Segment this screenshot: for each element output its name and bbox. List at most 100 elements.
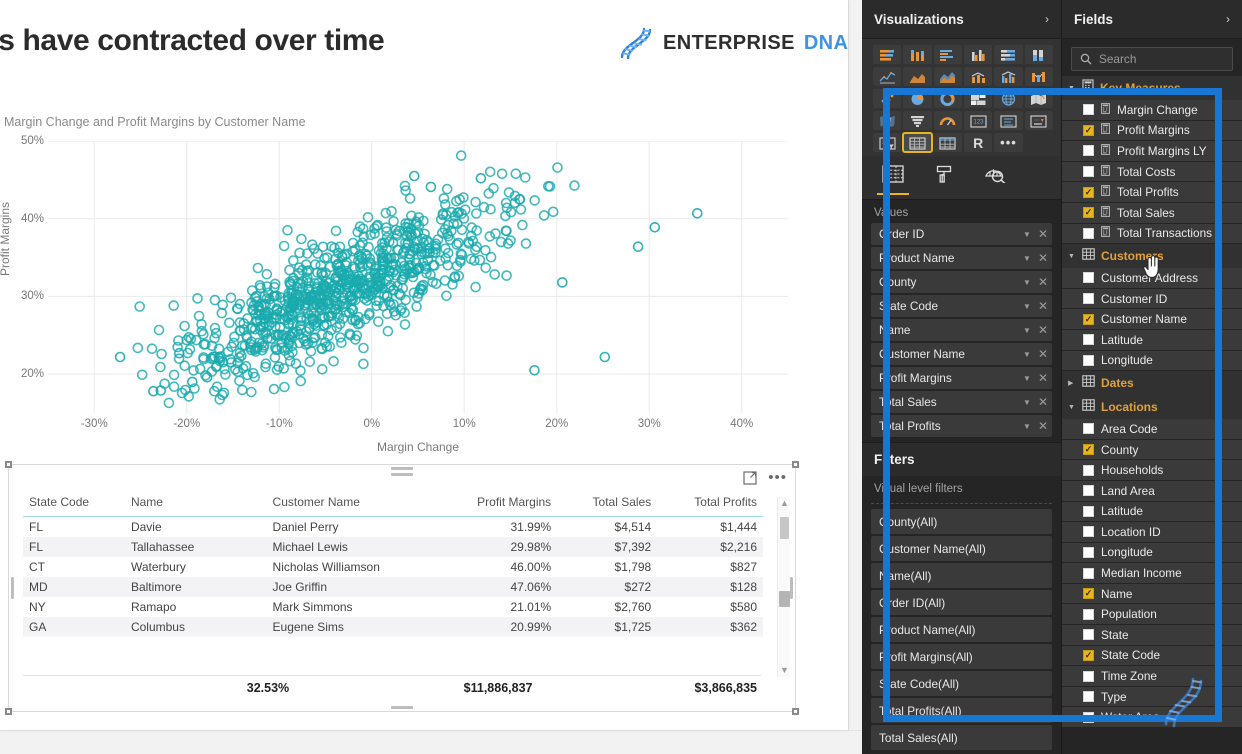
kpi-icon[interactable] [1024, 111, 1053, 130]
values-well[interactable]: Order ID ▼ ✕ Product Name ▼ ✕ County ▼ ✕ State Co… [862, 223, 1061, 437]
field-checkbox[interactable] [1083, 670, 1094, 682]
table-rows-region[interactable]: State Code Name Customer Name Profit Margin… [9, 493, 795, 647]
expand-triangle-down-icon[interactable]: ▼ [1068, 404, 1076, 411]
matrix-icon[interactable] [933, 133, 962, 152]
remove-field-icon[interactable]: ✕ [1038, 275, 1048, 289]
field-checkbox[interactable] [1083, 526, 1094, 538]
filter-item[interactable]: Product Name(All) [871, 617, 1052, 642]
field-item[interactable]: Location ID [1062, 522, 1242, 542]
field-checkbox[interactable] [1083, 588, 1094, 600]
visual-settings-tabs[interactable] [862, 156, 1061, 200]
line-chart-icon[interactable] [873, 67, 902, 86]
field-checkbox[interactable] [1083, 649, 1094, 661]
values-well-item[interactable]: County ▼ ✕ [871, 271, 1052, 293]
values-well-item[interactable]: Order ID ▼ ✕ [871, 223, 1052, 245]
fields-tab[interactable] [877, 165, 909, 195]
filter-item[interactable]: Total Profits(All) [871, 698, 1052, 723]
clustered-column-chart-icon[interactable] [964, 45, 993, 64]
field-checkbox[interactable] [1083, 227, 1094, 239]
field-checkbox[interactable] [1083, 444, 1094, 456]
gauge-icon[interactable] [933, 111, 962, 130]
field-item[interactable]: Customer Name [1062, 309, 1242, 329]
multi-row-card-icon[interactable] [994, 111, 1023, 130]
pie-chart-icon[interactable] [903, 89, 932, 108]
field-item[interactable]: Longitude [1062, 350, 1242, 371]
100-stacked-bar-icon[interactable] [994, 45, 1023, 64]
stacked-column-chart-icon[interactable] [903, 45, 932, 64]
filter-item[interactable]: State Code(All) [871, 671, 1052, 696]
stacked-bar-chart-icon[interactable] [873, 45, 902, 64]
chevron-down-icon[interactable]: ▼ [1023, 302, 1031, 311]
table-row[interactable]: FL Tallahassee Michael Lewis 29.98% $7,392 $2… [23, 537, 763, 557]
table-row[interactable]: MD Baltimore Joe Griffin 47.06% $272 $128 [23, 577, 763, 597]
stacked-area-chart-icon[interactable] [933, 67, 962, 86]
table-column-header[interactable]: Name [124, 493, 267, 517]
table-column-header[interactable]: Profit Margins [435, 493, 558, 517]
filter-item[interactable]: Total Sales(All) [871, 725, 1052, 750]
field-item[interactable]: Time Zone [1062, 666, 1242, 686]
values-well-item[interactable]: Profit Margins ▼ ✕ [871, 367, 1052, 389]
donut-chart-icon[interactable] [933, 89, 962, 108]
more-visuals-icon[interactable]: ••• [994, 133, 1023, 152]
field-checkbox[interactable] [1083, 334, 1094, 346]
field-item[interactable]: State Code [1062, 645, 1242, 666]
scroll-up-arrow-icon[interactable]: ▲ [778, 497, 791, 510]
scatter-plot-area[interactable] [48, 141, 788, 413]
field-checkbox[interactable] [1083, 166, 1094, 178]
filled-map-icon[interactable] [1024, 89, 1053, 108]
scatter-chart-icon[interactable] [873, 89, 902, 108]
shape-map-icon[interactable] [873, 111, 902, 130]
field-item[interactable]: Population [1062, 604, 1242, 625]
filter-item[interactable]: Customer Name(All) [871, 536, 1052, 561]
values-well-item[interactable]: Customer Name ▼ ✕ [871, 343, 1052, 365]
format-tab[interactable] [934, 165, 954, 195]
area-chart-icon[interactable] [903, 67, 932, 86]
scrollbar-thumb[interactable] [780, 517, 789, 539]
field-checkbox[interactable] [1083, 207, 1094, 219]
field-checkbox[interactable] [1083, 145, 1094, 157]
field-checkbox[interactable] [1083, 354, 1094, 366]
visual-type-gallery[interactable]: 123 R ••• [862, 39, 1061, 156]
remove-field-icon[interactable]: ✕ [1038, 419, 1048, 433]
visual-level-filters-list[interactable]: County(All) Customer Name(All) Name(All) Or… [862, 509, 1061, 750]
field-checkbox[interactable] [1083, 608, 1094, 620]
field-checkbox[interactable] [1083, 464, 1094, 476]
line-stacked-column-icon[interactable] [964, 67, 993, 86]
field-item[interactable]: Latitude [1062, 501, 1242, 522]
resize-handle-bottom-right[interactable] [792, 708, 799, 715]
clustered-bar-chart-icon[interactable] [933, 45, 962, 64]
field-group-dates[interactable]: ▶ Dates [1062, 371, 1242, 396]
field-checkbox[interactable] [1083, 313, 1094, 325]
remove-field-icon[interactable]: ✕ [1038, 299, 1048, 313]
field-checkbox[interactable] [1083, 505, 1094, 517]
field-item[interactable]: Total Transactions [1062, 223, 1242, 244]
field-item[interactable]: Profit Margins [1062, 120, 1242, 141]
chevron-down-icon[interactable]: ▼ [1023, 422, 1031, 431]
table-row[interactable]: CT Waterbury Nicholas Williamson 46.00% $1,7… [23, 557, 763, 577]
table-column-header[interactable]: Total Profits [657, 493, 763, 517]
chevron-down-icon[interactable]: ▼ [1023, 278, 1031, 287]
funnel-icon[interactable] [903, 111, 932, 130]
resize-handle-bottom[interactable] [391, 706, 413, 709]
field-checkbox[interactable] [1083, 691, 1094, 703]
remove-field-icon[interactable]: ✕ [1038, 371, 1048, 385]
values-well-item[interactable]: State Code ▼ ✕ [871, 295, 1052, 317]
fields-search-box[interactable]: Search [1071, 47, 1233, 71]
chevron-down-icon[interactable]: ▼ [1023, 254, 1031, 263]
field-item[interactable]: Median Income [1062, 563, 1242, 583]
field-checkbox[interactable] [1083, 186, 1094, 198]
table-column-header[interactable]: State Code [23, 493, 125, 517]
100-stacked-column-icon[interactable] [1024, 45, 1053, 64]
field-item[interactable]: Margin Change [1062, 100, 1242, 120]
card-icon[interactable]: 123 [964, 111, 993, 130]
field-item[interactable]: Total Profits [1062, 182, 1242, 202]
table-icon[interactable] [902, 132, 933, 153]
field-group-locations[interactable]: ▼ Locations [1062, 395, 1242, 420]
table-column-header[interactable]: Customer Name [266, 493, 436, 517]
field-group-key-measures[interactable]: ▼ Key Measures [1062, 76, 1242, 100]
field-item[interactable]: Water Area [1062, 707, 1242, 728]
chevron-down-icon[interactable]: ▼ [1023, 230, 1031, 239]
field-item[interactable]: State [1062, 625, 1242, 645]
field-item[interactable]: Type [1062, 686, 1242, 707]
field-item[interactable]: Households [1062, 460, 1242, 480]
